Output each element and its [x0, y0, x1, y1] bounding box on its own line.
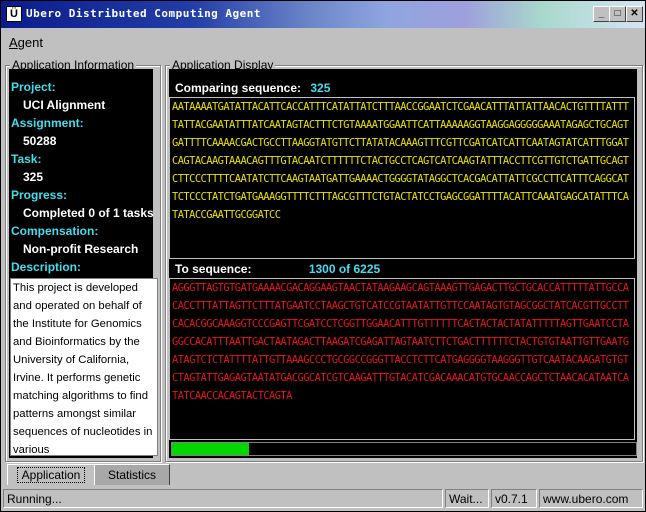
progress-bar-fill	[172, 443, 249, 455]
tab-application[interactable]: Application	[7, 464, 95, 485]
tab-statistics-label: Statistics	[107, 468, 156, 482]
comparing-sequence-number: 325	[310, 81, 331, 95]
status-bar: Running... Wait... v0.7.1 www.ubero.com	[3, 489, 643, 509]
window-title: Ubero Distributed Computing Agent	[26, 7, 262, 20]
project-label: Project:	[11, 80, 56, 94]
to-sequence-label: To sequence:	[175, 262, 252, 276]
description-label: Description:	[11, 260, 82, 274]
progress-label: Progress:	[11, 188, 68, 202]
status-state: Wait...	[445, 489, 489, 508]
status-site: www.ubero.com	[539, 489, 643, 508]
compensation-label: Compensation:	[11, 224, 99, 238]
task-label: Task:	[11, 152, 42, 166]
maximize-icon: □	[614, 8, 621, 19]
progress-bar	[171, 442, 637, 456]
tab-statistics[interactable]: Statistics	[94, 464, 170, 485]
to-sequence-count: 1300 of 6225	[308, 262, 381, 276]
info-panel: Project: UCI Alignment Assignment: 50288…	[9, 69, 158, 458]
close-button[interactable]: ✕	[626, 6, 643, 22]
status-message: Running...	[3, 489, 443, 508]
menu-agent[interactable]: Agent	[9, 35, 43, 50]
close-icon: ✕	[630, 8, 639, 19]
assignment-value: 50288	[23, 134, 57, 148]
to-sequence-header: To sequence: 1300 of 6225	[175, 262, 380, 276]
minimize-icon: _	[598, 8, 605, 19]
app-window: Ü Ubero Distributed Computing Agent _ □ …	[0, 0, 646, 512]
menu-bar: Agent	[1, 31, 645, 53]
maximize-button[interactable]: □	[609, 6, 626, 22]
comparing-sequence-header: Comparing sequence: 325	[175, 81, 330, 95]
menu-agent-mnemonic: A	[9, 35, 18, 50]
status-version: v0.7.1	[491, 489, 537, 508]
tab-application-label: Application	[16, 467, 86, 483]
progress-value: Completed 0 of 1 tasks	[23, 206, 154, 220]
assignment-label: Assignment:	[11, 116, 84, 130]
project-value: UCI Alignment	[23, 98, 106, 112]
to-sequence-text[interactable]: AGGGTTAGTGTGATGAAAACGACAGGAAGTAACTATAAGA…	[169, 278, 635, 440]
minimize-button[interactable]: _	[593, 6, 610, 22]
app-icon[interactable]: Ü	[6, 6, 22, 22]
description-text[interactable]: This project is developed and operated o…	[10, 278, 158, 456]
compensation-value: Non-profit Research	[23, 242, 139, 256]
comparing-sequence-label: Comparing sequence:	[175, 81, 302, 95]
comparing-sequence-text[interactable]: AATAAAATGATATTACATTCACCATTTCATATTATCTTTA…	[169, 97, 635, 259]
title-bar[interactable]: Ü Ubero Distributed Computing Agent _ □ …	[1, 1, 645, 28]
display-panel: Comparing sequence: 325 AATAAAATGATATTAC…	[169, 69, 637, 458]
menu-agent-label: gent	[17, 35, 43, 50]
task-value: 325	[23, 170, 44, 184]
